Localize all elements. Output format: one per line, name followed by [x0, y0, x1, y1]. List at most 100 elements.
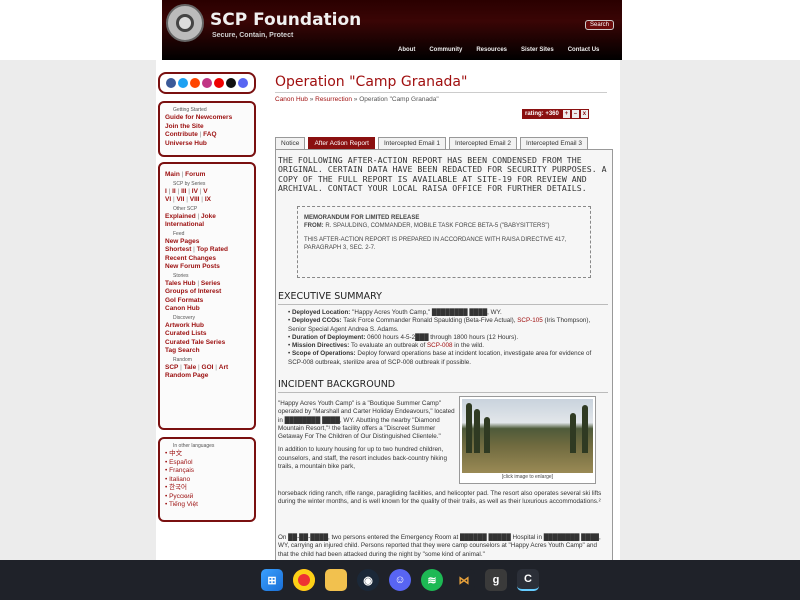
- tab-intercepted-email-1[interactable]: Intercepted Email 1: [378, 137, 447, 149]
- twitter-icon[interactable]: [178, 78, 188, 88]
- random-link-tale[interactable]: Tale: [184, 364, 197, 371]
- sidebar-link-main[interactable]: Main: [165, 171, 180, 178]
- memo-box: MEMORANDUM FOR LIMITED RELEASE FROM: R. …: [297, 206, 591, 278]
- sidebar-header: SCP by Series: [173, 180, 206, 187]
- breadcrumb: Canon Hub » Resurrection » Operation "Ca…: [275, 96, 439, 103]
- downvote-button[interactable]: –: [570, 109, 580, 119]
- tab-intercepted-email-3[interactable]: Intercepted Email 3: [520, 137, 589, 149]
- sidebar-link-new-pages[interactable]: New Pages: [165, 238, 249, 247]
- sidebar-link-artwork-hub[interactable]: Artwork Hub: [165, 322, 249, 331]
- incident-paragraph: horseback riding ranch, rifle range, par…: [278, 490, 602, 506]
- sidebar-link-shortest[interactable]: Shortest: [165, 246, 191, 253]
- scp-105-link[interactable]: SCP-105: [517, 317, 543, 324]
- tiktok-icon[interactable]: [226, 78, 236, 88]
- edge-app-icon[interactable]: C: [517, 569, 539, 591]
- language-link[interactable]: Italiano: [165, 476, 249, 485]
- series-link[interactable]: VIII: [190, 196, 200, 203]
- sidebar-link-recent-changes[interactable]: Recent Changes: [165, 255, 249, 264]
- reddit-icon[interactable]: [190, 78, 200, 88]
- nav-sister-sites[interactable]: Sister Sites: [521, 47, 554, 53]
- file-explorer-icon[interactable]: [325, 569, 347, 591]
- tab-after-action-report[interactable]: After Action Report: [308, 137, 375, 149]
- section-divider: [278, 304, 608, 305]
- sidebar-link-canon-hub[interactable]: Canon Hub: [165, 305, 249, 314]
- sidebar-link-curated-lists[interactable]: Curated Lists: [165, 330, 249, 339]
- sidebar-link-curated-tale-series[interactable]: Curated Tale Series: [165, 339, 249, 348]
- scp-logo-icon[interactable]: [166, 4, 204, 42]
- language-link[interactable]: Tiếng Việt: [165, 501, 249, 510]
- sidebar-link-series[interactable]: Series: [201, 280, 221, 287]
- discord-icon[interactable]: [238, 78, 248, 88]
- instagram-icon[interactable]: [202, 78, 212, 88]
- list-item: Deployed CCOs: Task Force Commander Rona…: [288, 317, 606, 334]
- sidebar-link-guide[interactable]: Guide for Newcomers: [165, 114, 249, 123]
- breadcrumb-current: Operation "Camp Granada": [359, 96, 439, 103]
- tab-notice[interactable]: Notice: [275, 137, 306, 149]
- section-heading-incident-background: INCIDENT BACKGROUND: [278, 379, 396, 390]
- list-item: Scope of Operations: Deploy forward oper…: [288, 350, 606, 367]
- discord-icon[interactable]: ☺: [389, 569, 411, 591]
- tab-bar: Notice After Action Report Intercepted E…: [275, 137, 589, 149]
- sidebar-link-joke[interactable]: Joke: [201, 213, 216, 220]
- camp-photo[interactable]: [462, 399, 593, 473]
- site-subtitle: Secure, Contain, Protect: [212, 32, 294, 39]
- breadcrumb-resurrection[interactable]: Resurrection: [315, 96, 352, 103]
- nav-about[interactable]: About: [398, 47, 415, 53]
- language-link[interactable]: 中文: [165, 450, 249, 459]
- sidebar-link-goi-formats[interactable]: GoI Formats: [165, 297, 249, 306]
- sidebar-link-faq[interactable]: FAQ: [203, 131, 216, 138]
- nav-community[interactable]: Community: [429, 47, 462, 53]
- sidebar-header: Feed: [173, 230, 185, 237]
- executive-summary-list: Deployed Location: "Happy Acres Youth Ca…: [288, 309, 606, 367]
- section-divider: [278, 392, 608, 393]
- site-title[interactable]: SCP Foundation: [210, 10, 361, 30]
- sidebar-link-contribute[interactable]: Contribute: [165, 131, 198, 138]
- spotify-icon[interactable]: ≋: [421, 569, 443, 591]
- series-link[interactable]: IX: [205, 196, 211, 203]
- sidebar-link-international[interactable]: International: [165, 221, 249, 230]
- language-link[interactable]: Русский: [165, 493, 249, 502]
- random-link-goi[interactable]: GOI: [202, 364, 214, 371]
- language-link[interactable]: 한국어: [165, 484, 249, 493]
- random-link-art[interactable]: Art: [219, 364, 228, 371]
- youtube-icon[interactable]: [214, 78, 224, 88]
- tab-intercepted-email-2[interactable]: Intercepted Email 2: [449, 137, 518, 149]
- sidebar-link-random-page[interactable]: Random Page: [165, 372, 249, 381]
- sidebar-header: Random: [173, 356, 192, 363]
- cancel-vote-button[interactable]: x: [579, 109, 589, 119]
- sidebar-link-universe-hub[interactable]: Universe Hub: [165, 140, 249, 149]
- search-button[interactable]: Search: [585, 20, 615, 30]
- random-link-scp[interactable]: SCP: [165, 364, 178, 371]
- sidebar-link-explained[interactable]: Explained: [165, 213, 196, 220]
- rating-module: rating: +360 + – x: [522, 109, 589, 119]
- series-link[interactable]: V: [203, 188, 207, 195]
- facebook-icon[interactable]: [166, 78, 176, 88]
- windows-start-icon[interactable]: ⊞: [261, 569, 283, 591]
- report-intro: THE FOLLOWING AFTER-ACTION REPORT HAS BE…: [278, 155, 607, 193]
- language-link[interactable]: Español: [165, 459, 249, 468]
- app-icon[interactable]: ⋈: [453, 569, 475, 591]
- scp-008-link[interactable]: SCP-008: [427, 342, 453, 349]
- sidebar-header: In other languages: [173, 443, 215, 449]
- sidebar-link-new-forum-posts[interactable]: New Forum Posts: [165, 263, 249, 272]
- sidebar-link-top-rated[interactable]: Top Rated: [197, 246, 228, 253]
- image-caption[interactable]: [click image to enlarge]: [462, 474, 593, 480]
- sidebar-link-tales-hub[interactable]: Tales Hub: [165, 280, 196, 287]
- sidebar-link-goi[interactable]: Groups of Interest: [165, 288, 249, 297]
- section-heading-executive-summary: EXECUTIVE SUMMARY: [278, 291, 382, 302]
- chrome-icon[interactable]: [293, 569, 315, 591]
- language-link[interactable]: Français: [165, 467, 249, 476]
- image-block[interactable]: [click image to enlarge]: [459, 396, 596, 484]
- sidebar-link-join[interactable]: Join the Site: [165, 123, 249, 132]
- g-app-icon[interactable]: g: [485, 569, 507, 591]
- upvote-button[interactable]: +: [561, 109, 571, 119]
- breadcrumb-canon-hub[interactable]: Canon Hub: [275, 96, 308, 103]
- memo-from-label: FROM:: [304, 223, 324, 229]
- nav-contact-us[interactable]: Contact Us: [568, 47, 600, 53]
- nav-resources[interactable]: Resources: [476, 47, 507, 53]
- sidebar-link-forum[interactable]: Forum: [185, 171, 205, 178]
- sidebar-link-tag-search[interactable]: Tag Search: [165, 347, 249, 356]
- sidebar-getting-started: Getting Started Guide for Newcomers Join…: [158, 101, 256, 157]
- steam-icon[interactable]: ◉: [357, 569, 379, 591]
- social-bar: [158, 72, 256, 94]
